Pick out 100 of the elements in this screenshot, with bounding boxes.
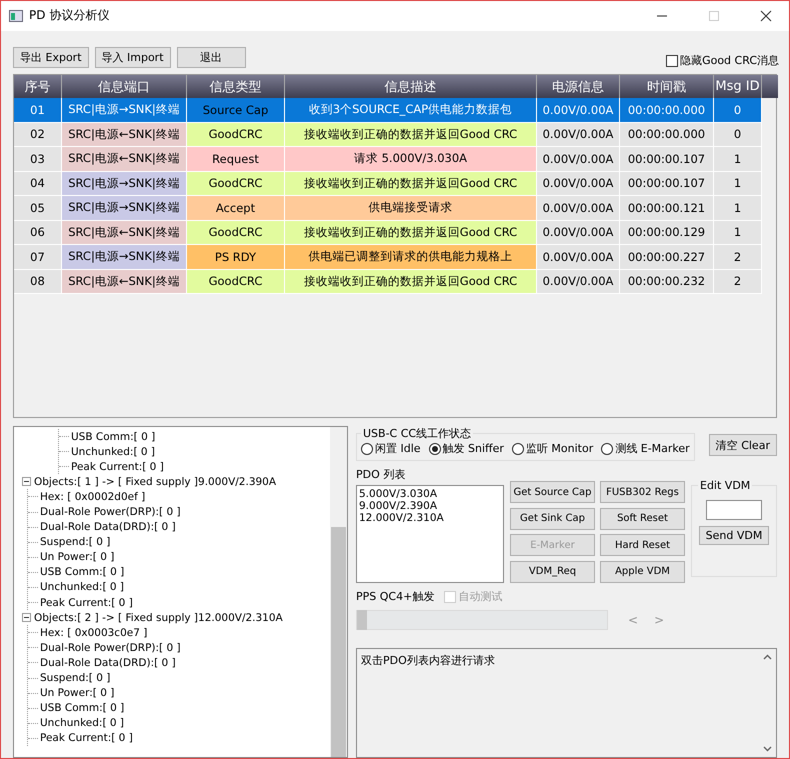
table-cell: 0.00V/0.00A	[537, 122, 620, 148]
column-header[interactable]: 序号	[14, 75, 62, 98]
table-cell: 接收端收到正确的数据并返回Good CRC	[285, 172, 537, 196]
table-cell: GoodCRC	[187, 172, 285, 196]
tree-item[interactable]: Dual-Role Power(DRP):[ 0 ]	[40, 506, 181, 518]
tree-item[interactable]: Un Power:[ 0 ]	[40, 551, 114, 564]
radio-button[interactable]: 测线 E-Marker	[601, 441, 690, 456]
tree-item[interactable]: Peak Current:[ 0 ]	[40, 732, 133, 744]
pdo-list[interactable]: 5.000V/3.030A 9.000V/2.390A 12.000V/2.310A	[356, 485, 504, 583]
tree-item[interactable]: Unchunked:[ 0 ]	[40, 581, 124, 594]
action-button[interactable]: Get Source Cap	[510, 481, 595, 503]
table-cell: 07	[14, 245, 62, 270]
column-header[interactable]: Msg ID	[714, 75, 762, 98]
action-button[interactable]: Soft Reset	[600, 508, 685, 530]
slider-thumb[interactable]	[357, 610, 367, 630]
vdm-input-field[interactable]	[706, 500, 762, 520]
table-cell: SRC|电源→SNK|终端	[62, 245, 187, 270]
table-cell: 0	[714, 122, 762, 148]
tree-item[interactable]: Unchunked:[ 0 ]	[40, 717, 124, 730]
table-cell: SRC|电源→SNK|终端	[62, 172, 187, 196]
tree-item[interactable]: Objects:[ 2 ] -> [ Fixed supply ]12.000V/2.310A	[34, 612, 283, 624]
table-cell: 2	[714, 245, 762, 270]
scroll-up-icon[interactable]	[763, 654, 772, 660]
collapse-icon[interactable]	[22, 477, 31, 486]
table-cell: Accept	[187, 196, 285, 221]
tree-item[interactable]: Peak Current:[ 0 ]	[71, 460, 164, 473]
table-cell: SRC|电源←SNK|终端	[62, 220, 187, 246]
table-cell: 05	[14, 196, 62, 221]
column-header[interactable]: 时间戳	[620, 75, 714, 98]
tree-item[interactable]: Hex: [ 0x0003c0e7 ]	[40, 626, 148, 639]
send-vdm-button[interactable]: Send VDM	[698, 526, 770, 545]
table-cell: 接收端收到正确的数据并返回Good CRC	[285, 122, 537, 148]
table-cell: 00:00:00.107	[620, 147, 714, 172]
table-cell: 0.00V/0.00A	[537, 220, 620, 246]
table-cell: 接收端收到正确的数据并返回Good CRC	[285, 220, 537, 246]
tree-item[interactable]: USB Comm:[ 0 ]	[71, 430, 156, 443]
column-header[interactable]: 信息描述	[285, 75, 537, 98]
table-cell: 0.00V/0.00A	[537, 147, 620, 172]
tree-item[interactable]: Dual-Role Power(DRP):[ 0 ]	[40, 642, 181, 654]
table-cell: 08	[14, 270, 62, 294]
scrollbar[interactable]	[330, 427, 347, 757]
table-cell: SRC|电源←SNK|终端	[62, 270, 187, 294]
table-cell: 0	[714, 98, 762, 123]
table-cell: 00:00:00.232	[620, 270, 714, 294]
radio-button[interactable]: 监听 Monitor	[512, 441, 594, 456]
table-cell: 00:00:00.129	[620, 220, 714, 246]
table-cell: 收到3个SOURCE_CAP供电能力数据包	[285, 98, 537, 123]
table-cell: 01	[14, 98, 62, 123]
tree-item[interactable]: USB Comm:[ 0 ]	[40, 702, 124, 714]
table-cell: 03	[14, 147, 62, 172]
tree-item[interactable]: Dual-Role Data(DRD):[ 0 ]	[40, 656, 176, 669]
header-background	[762, 75, 778, 98]
column-header[interactable]: 信息类型	[187, 75, 285, 98]
table-cell: 1	[714, 220, 762, 246]
scroll-down-icon[interactable]	[763, 746, 772, 752]
clear-button[interactable]: 清空 Clear	[708, 434, 777, 456]
pdo-list-label: PDO 列表	[356, 467, 406, 482]
toolbar-button[interactable]: 导入 Import	[94, 47, 171, 68]
window-title: PD 协议分析仪	[29, 7, 110, 24]
tree-item[interactable]: Hex: [ 0x0002d0ef ]	[40, 490, 146, 503]
group-title: USB-C CC线工作状态	[362, 426, 472, 441]
table-cell: GoodCRC	[187, 220, 285, 246]
table-cell: Request	[187, 147, 285, 172]
tree-item[interactable]: Unchunked:[ 0 ]	[71, 446, 155, 458]
radio-button[interactable]: 触发 Sniffer	[428, 441, 504, 456]
tree-item[interactable]: Un Power:[ 0 ]	[40, 687, 114, 700]
app-icon	[9, 10, 23, 22]
action-button[interactable]: Hard Reset	[600, 534, 685, 556]
tree-item[interactable]: Suspend:[ 0 ]	[40, 672, 110, 684]
action-button[interactable]: Get Sink Cap	[510, 508, 595, 530]
toolbar-button[interactable]: 退出	[176, 47, 246, 68]
tree-item[interactable]: Suspend:[ 0 ]	[40, 536, 110, 548]
column-header[interactable]: 信息端口	[62, 75, 187, 98]
tree-item[interactable]: Objects:[ 1 ] -> [ Fixed supply ]9.000V/2.390A	[34, 476, 276, 488]
tree-item[interactable]: Peak Current:[ 0 ]	[40, 596, 133, 609]
action-button[interactable]: FUSB302 Regs	[600, 481, 685, 503]
tree-item[interactable]: Dual-Role Data(DRD):[ 0 ]	[40, 521, 176, 534]
tree-item[interactable]: USB Comm:[ 0 ]	[40, 566, 124, 578]
radio-button[interactable]: 闲置 Idle	[361, 441, 421, 456]
table-cell: 0.00V/0.00A	[537, 98, 620, 123]
table-cell: 0.00V/0.00A	[537, 172, 620, 196]
table-cell: 04	[14, 172, 62, 196]
pps-slider[interactable]	[356, 610, 608, 630]
table-cell: PS RDY	[187, 245, 285, 270]
table-cell: 02	[14, 122, 62, 148]
action-button[interactable]: Apple VDM	[600, 560, 685, 582]
pps-label: PPS QC4+触发	[356, 589, 434, 604]
action-button[interactable]: VDM_Req	[510, 560, 595, 582]
table-cell: GoodCRC	[187, 122, 285, 148]
table-cell: 00:00:00.121	[620, 196, 714, 221]
table-cell: 0.00V/0.00A	[537, 196, 620, 221]
toolbar-button[interactable]: 导出 Export	[13, 47, 89, 68]
collapse-icon[interactable]	[22, 613, 31, 622]
table-cell: SRC|电源→SNK|终端	[62, 196, 187, 221]
group-title: Edit VDM	[699, 479, 752, 492]
column-header[interactable]: 电源信息	[537, 75, 620, 98]
table-cell: 1	[714, 147, 762, 172]
hide-goodcrc-checkbox[interactable]: 隐藏Good CRC消息	[666, 53, 779, 68]
log-text: 双击PDO列表内容进行请求	[360, 653, 496, 669]
table-cell: 00:00:00.000	[620, 122, 714, 148]
